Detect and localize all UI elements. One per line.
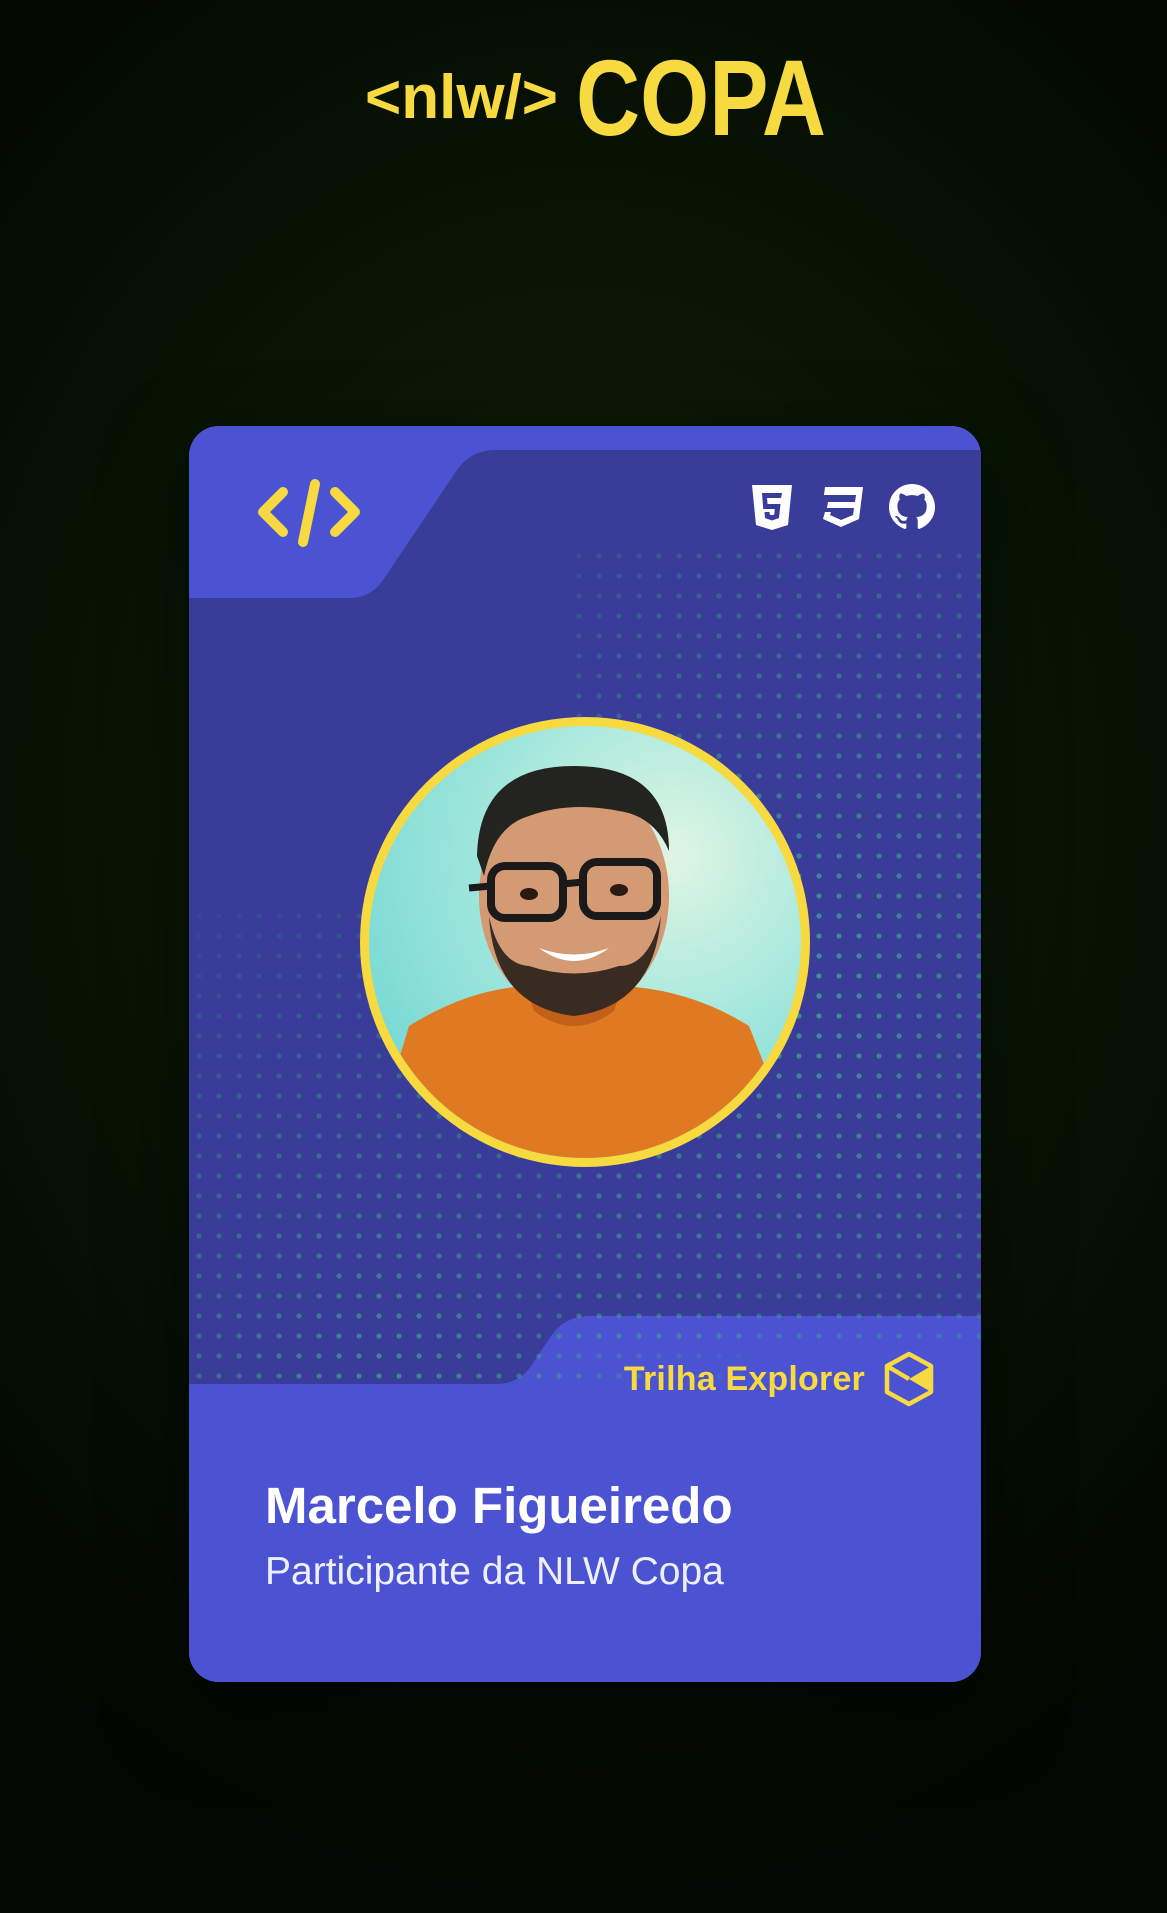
explorer-cube-icon bbox=[884, 1351, 934, 1407]
html5-icon bbox=[749, 484, 795, 530]
avatar-frame bbox=[360, 717, 810, 1167]
trail-badge: Trilha Explorer bbox=[624, 1350, 935, 1408]
tech-icons bbox=[749, 484, 935, 530]
participant-card: Trilha Explorer Marcelo Figueiredo Parti… bbox=[189, 426, 981, 1682]
logo-name: COPA bbox=[576, 38, 826, 148]
logo-tag: <nlw/> bbox=[365, 63, 558, 132]
user-info: Marcelo Figueiredo Participante da NLW C… bbox=[265, 1477, 733, 1594]
github-icon bbox=[889, 484, 935, 530]
user-role: Participante da NLW Copa bbox=[265, 1550, 724, 1594]
css3-icon bbox=[819, 484, 865, 530]
user-name: Marcelo Figueiredo bbox=[265, 1477, 733, 1534]
nlw-copa-logo: <nlw/> COPA bbox=[0, 38, 1167, 148]
trail-label: Trilha Explorer bbox=[623, 1359, 865, 1398]
code-brackets-icon bbox=[258, 479, 360, 547]
avatar bbox=[369, 726, 801, 1158]
avatar-photo bbox=[369, 766, 801, 1158]
